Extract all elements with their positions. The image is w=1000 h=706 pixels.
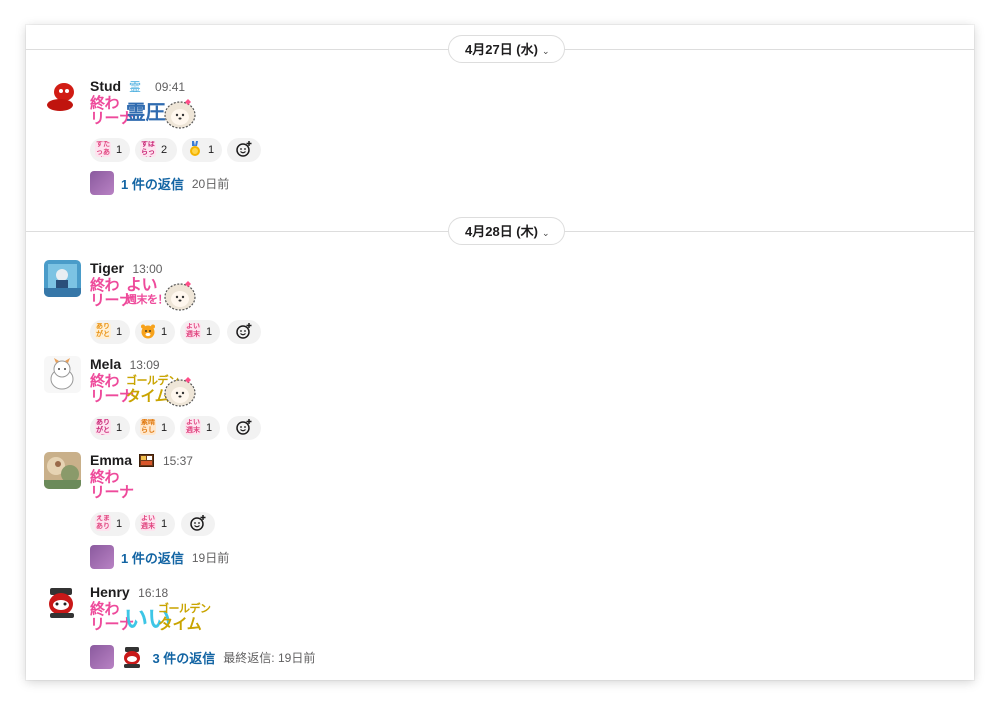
reaction-pill[interactable]: ありがとい 1 bbox=[90, 320, 130, 344]
medal-icon bbox=[187, 141, 203, 157]
reaction-emoji: よい週末 bbox=[140, 515, 156, 531]
thread-summary[interactable]: 3 件の返信 最終返信: 19日前 bbox=[90, 645, 910, 669]
date-label: 4月28日 (木) bbox=[465, 224, 538, 239]
reaction-pill[interactable]: 素晴らしい 1 bbox=[135, 416, 175, 440]
reaction-emoji: ありがとう bbox=[95, 419, 111, 435]
reaction-emoji: えまあり bbox=[95, 515, 111, 531]
reaction-count: 1 bbox=[206, 422, 213, 434]
reaction-pill[interactable]: すたっあり 1 bbox=[90, 138, 130, 162]
user-name[interactable]: Tiger bbox=[90, 260, 124, 276]
reaction-bar: すたっあり 1 すばらっど 2 1 bbox=[90, 138, 910, 162]
reaction-pill[interactable]: 1 bbox=[135, 320, 175, 344]
status-emoji-icon: 霊 bbox=[129, 78, 147, 97]
reaction-pill[interactable]: 1 bbox=[182, 138, 222, 162]
reaction-bar: えまあり 1 よい週末 1 bbox=[90, 512, 910, 536]
reaction-pill[interactable]: えまあり 1 bbox=[90, 512, 130, 536]
date-label: 4月27日 (水) bbox=[465, 42, 538, 57]
add-reaction-button[interactable] bbox=[181, 512, 215, 536]
chevron-down-icon: ⌄ bbox=[541, 46, 550, 56]
hedgehog-sticker-icon bbox=[164, 281, 196, 311]
timestamp[interactable]: 13:00 bbox=[132, 262, 162, 276]
reaction-count: 1 bbox=[208, 144, 215, 156]
reaction-bar: ありがとい 1 1 よい週末 1 bbox=[90, 320, 910, 344]
avatar[interactable] bbox=[44, 356, 81, 393]
add-reaction-button[interactable] bbox=[227, 320, 261, 344]
hedgehog-sticker-icon bbox=[164, 99, 196, 129]
reaction-count: 1 bbox=[116, 422, 123, 434]
timestamp[interactable]: 09:41 bbox=[155, 80, 185, 94]
sticker: 終わ リーナ ゴールデン タイム bbox=[90, 374, 910, 410]
reaction-pill[interactable]: すばらっど 2 bbox=[135, 138, 177, 162]
sticker: 終わ リーナ よい 週末を！ bbox=[90, 278, 910, 314]
reaction-count: 1 bbox=[116, 326, 123, 338]
avatar[interactable] bbox=[44, 584, 81, 621]
avatar[interactable] bbox=[44, 78, 81, 115]
thread-avatar bbox=[121, 645, 146, 669]
reaction-bar: ありがとう 1 素晴らしい 1 よい週末 1 bbox=[90, 416, 910, 440]
hedgehog-sticker-icon bbox=[164, 377, 196, 407]
svg-text:霊: 霊 bbox=[129, 80, 141, 93]
reaction-emoji: よい週末 bbox=[185, 323, 201, 339]
message-henry[interactable]: Henry 16:18 終わ リーナ いい ゴールデン タイム 3 件の返信 最終… bbox=[44, 584, 944, 674]
reaction-emoji: ありがとい bbox=[95, 323, 111, 339]
reaction-count: 1 bbox=[116, 144, 123, 156]
thread-replies-link[interactable]: 1 件の返信 bbox=[121, 551, 184, 566]
add-reaction-button[interactable] bbox=[227, 138, 261, 162]
thread-avatar bbox=[90, 645, 114, 669]
message-stud[interactable]: Stud 霊 09:41 終わ リーナ 霊圧 すたっあ 1 すばらっ 2 1 1… bbox=[44, 78, 944, 198]
reaction-emoji: よい週末 bbox=[185, 419, 201, 435]
timestamp[interactable]: 16:18 bbox=[138, 586, 168, 600]
reaction-count: 1 bbox=[206, 326, 213, 338]
thread-meta: 最終返信: 19日前 bbox=[223, 650, 316, 665]
date-pill-april-27[interactable]: 4月27日 (水) ⌄ bbox=[448, 35, 565, 63]
reaction-count: 1 bbox=[161, 422, 168, 434]
message-emma[interactable]: Emma 15:37 終わ リーナ えまあり 1 よい週末 1 1 件の返信 1… bbox=[44, 452, 944, 569]
sticker-text: 終わ リーナ bbox=[90, 469, 134, 501]
reaction-pill[interactable]: よい週末 1 bbox=[135, 512, 175, 536]
reaction-emoji: 素晴らしい bbox=[140, 419, 156, 435]
reaction-count: 1 bbox=[161, 518, 168, 530]
user-name[interactable]: Emma bbox=[90, 452, 132, 468]
add-emoji-icon bbox=[236, 323, 252, 339]
message-tiger[interactable]: Tiger 13:00 終わ リーナ よい 週末を！ ありがと 1 1 よい週末… bbox=[44, 260, 944, 346]
sticker: 終わ リーナ いい ゴールデン タイム bbox=[90, 602, 910, 638]
reaction-emoji: すばらっど bbox=[140, 141, 156, 157]
reaction-count: 1 bbox=[161, 326, 168, 338]
bento-status-icon bbox=[139, 454, 155, 471]
date-pill-april-28[interactable]: 4月28日 (木) ⌄ bbox=[448, 217, 565, 245]
message-panel: 4月27日 (水) ⌄ Stud 霊 09:41 終わ リーナ 霊圧 すたっあ … bbox=[26, 25, 974, 680]
avatar[interactable] bbox=[44, 260, 81, 297]
thread-avatar bbox=[90, 171, 114, 195]
add-emoji-icon bbox=[236, 419, 252, 435]
thread-summary[interactable]: 1 件の返信 19日前 bbox=[90, 545, 910, 569]
chevron-down-icon: ⌄ bbox=[541, 228, 550, 238]
timestamp[interactable]: 13:09 bbox=[130, 358, 160, 372]
thread-meta: 19日前 bbox=[191, 550, 230, 565]
thread-meta: 20日前 bbox=[191, 176, 230, 191]
sticker-extra-text: 霊圧 bbox=[126, 102, 166, 124]
add-emoji-icon bbox=[236, 141, 252, 157]
reaction-pill[interactable]: よい週末 1 bbox=[180, 320, 220, 344]
add-reaction-button[interactable] bbox=[227, 416, 261, 440]
reaction-pill[interactable]: よい週末 1 bbox=[180, 416, 220, 440]
sticker: 終わ リーナ 霊圧 bbox=[90, 96, 910, 132]
user-name[interactable]: Stud bbox=[90, 78, 121, 94]
timestamp[interactable]: 15:37 bbox=[163, 454, 193, 468]
thread-replies-link[interactable]: 3 件の返信 bbox=[152, 651, 215, 666]
reaction-emoji: すたっあり bbox=[95, 141, 111, 157]
avatar[interactable] bbox=[44, 452, 81, 489]
thread-avatar bbox=[90, 545, 114, 569]
sticker: 終わ リーナ bbox=[90, 470, 910, 506]
thread-replies-link[interactable]: 1 件の返信 bbox=[121, 177, 184, 192]
tiger-icon bbox=[140, 323, 156, 339]
thread-summary[interactable]: 1 件の返信 20日前 bbox=[90, 171, 910, 195]
reaction-count: 2 bbox=[161, 144, 168, 156]
user-name[interactable]: Mela bbox=[90, 356, 121, 372]
reaction-count: 1 bbox=[116, 518, 123, 530]
reaction-pill[interactable]: ありがとう 1 bbox=[90, 416, 130, 440]
add-emoji-icon bbox=[190, 515, 206, 531]
message-mela[interactable]: Mela 13:09 終わ リーナ ゴールデン タイム ありがと 1 素晴らし … bbox=[44, 356, 944, 442]
user-name[interactable]: Henry bbox=[90, 584, 130, 600]
sticker-extra-text: ゴールデン タイム bbox=[158, 603, 211, 633]
